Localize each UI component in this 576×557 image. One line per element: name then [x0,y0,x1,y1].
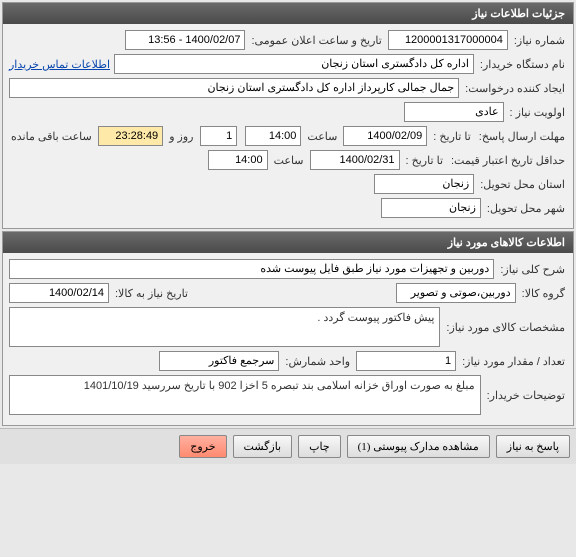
delivery-province-label: استان محل تحویل: [478,178,567,191]
credit-date-value: 1400/02/31 [310,150,400,170]
need-date-to-value: 1400/02/14 [9,283,109,303]
credit-time-value: 14:00 [208,150,268,170]
priority-label: اولویت نیاز : [508,106,567,119]
deadline-time-value: 14:00 [245,126,301,146]
buyer-org-value: اداره کل دادگستری استان زنجان [114,54,474,74]
need-number-label: شماره نیاز: [512,34,567,47]
general-desc-value: دوربین و تجهیزات مورد نیاز طبق فایل پیوس… [9,259,494,279]
buyer-contact-link[interactable]: اطلاعات تماس خریدار [9,58,110,71]
requester-label: ایجاد کننده درخواست: [463,82,567,95]
goods-spec-value: پیش فاکتور پیوست گردد . [9,307,440,347]
general-desc-label: شرح کلی نیاز: [498,263,567,276]
goods-group-value: دوربین،صوتی و تصویر [396,283,516,303]
need-details-header: جزئیات اطلاعات نیاز [3,3,573,24]
goods-spec-label: مشخصات کالای مورد نیاز: [444,321,567,334]
back-button[interactable]: بازگشت [233,435,293,458]
need-number-value: 1200001317000004 [388,30,508,50]
goods-info-panel: اطلاعات کالاهای مورد نیاز شرح کلی نیاز: … [2,231,574,426]
response-deadline-label: مهلت ارسال پاسخ: [477,130,567,143]
attachments-button[interactable]: مشاهده مدارک پیوستی (1) [347,435,490,458]
requester-value: جمال جمالی کارپرداز اداره کل دادگستری اس… [9,78,459,98]
time-label-2: ساعت [272,154,306,167]
buyer-notes-label: توضیحات خریدار: [485,389,567,402]
unit-label: واحد شمارش: [283,355,352,368]
remaining-suffix-label: ساعت باقی مانده [9,130,94,143]
deadline-date-value: 1400/02/09 [343,126,427,146]
delivery-city-value: زنجان [381,198,481,218]
announce-date-value: 1400/02/07 - 13:56 [125,30,245,50]
goods-info-body: شرح کلی نیاز: دوربین و تجهیزات مورد نیاز… [3,253,573,425]
need-details-body: شماره نیاز: 1200001317000004 تاریخ و ساع… [3,24,573,228]
delivery-city-label: شهر محل تحویل: [485,202,567,215]
respond-button[interactable]: پاسخ به نیاز [496,435,570,458]
priority-value: عادی [404,102,504,122]
action-button-row: پاسخ به نیاز مشاهده مدارک پیوستی (1) چاپ… [0,428,576,464]
buyer-notes-value: مبلغ به صورت اوراق خزانه اسلامی بند تبصر… [9,375,481,415]
qty-value: 1 [356,351,456,371]
days-remaining-value: 1 [200,126,238,146]
qty-label: تعداد / مقدار مورد نیاز: [460,355,567,368]
unit-value: سرجمع فاکتور [159,351,279,371]
credit-to-label: تا تاریخ : [404,154,445,167]
time-label-1: ساعت [305,130,339,143]
to-date-label: تا تاریخ : [431,130,472,143]
need-details-panel: جزئیات اطلاعات نیاز شماره نیاز: 12000013… [2,2,574,229]
delivery-province-value: زنجان [374,174,474,194]
buyer-org-label: نام دستگاه خریدار: [478,58,567,71]
announce-date-label: تاریخ و ساعت اعلان عمومی: [249,34,383,47]
goods-group-label: گروه کالا: [520,287,567,300]
print-button[interactable]: چاپ [298,435,341,458]
need-date-to-label: تاریخ نیاز به کالا: [113,287,190,300]
days-label: روز و [167,130,195,143]
goods-info-header: اطلاعات کالاهای مورد نیاز [3,232,573,253]
exit-button[interactable]: خروج [179,435,226,458]
min-credit-label: حداقل تاریخ اعتبار قیمت: [449,154,567,167]
time-remaining-value: 23:28:49 [98,126,163,146]
